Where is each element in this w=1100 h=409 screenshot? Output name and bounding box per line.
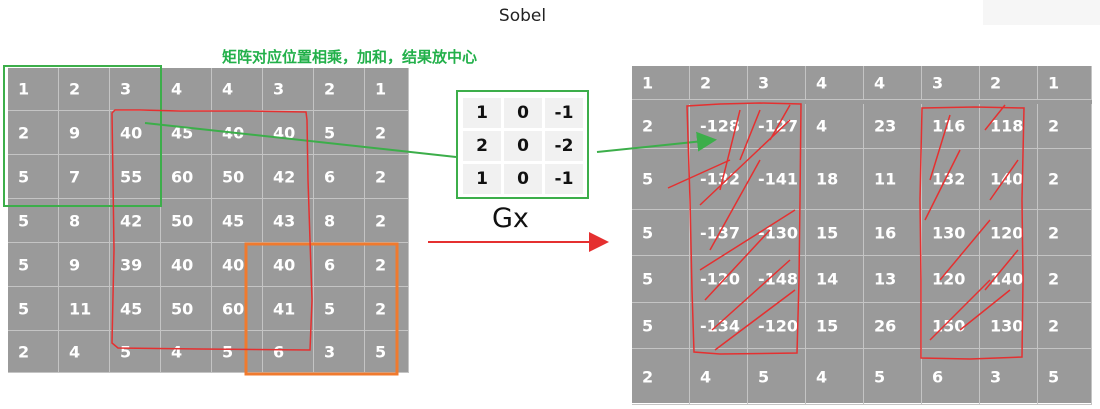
arrow-kernel-to-output [596,131,717,153]
annotation-overlay [3,65,1025,376]
input-corner-highlight [244,242,399,376]
arrow-input-to-kernel [144,122,457,158]
scribble-right [924,104,1019,341]
input-region-outline [111,109,313,351]
input-window-highlight [3,65,162,207]
